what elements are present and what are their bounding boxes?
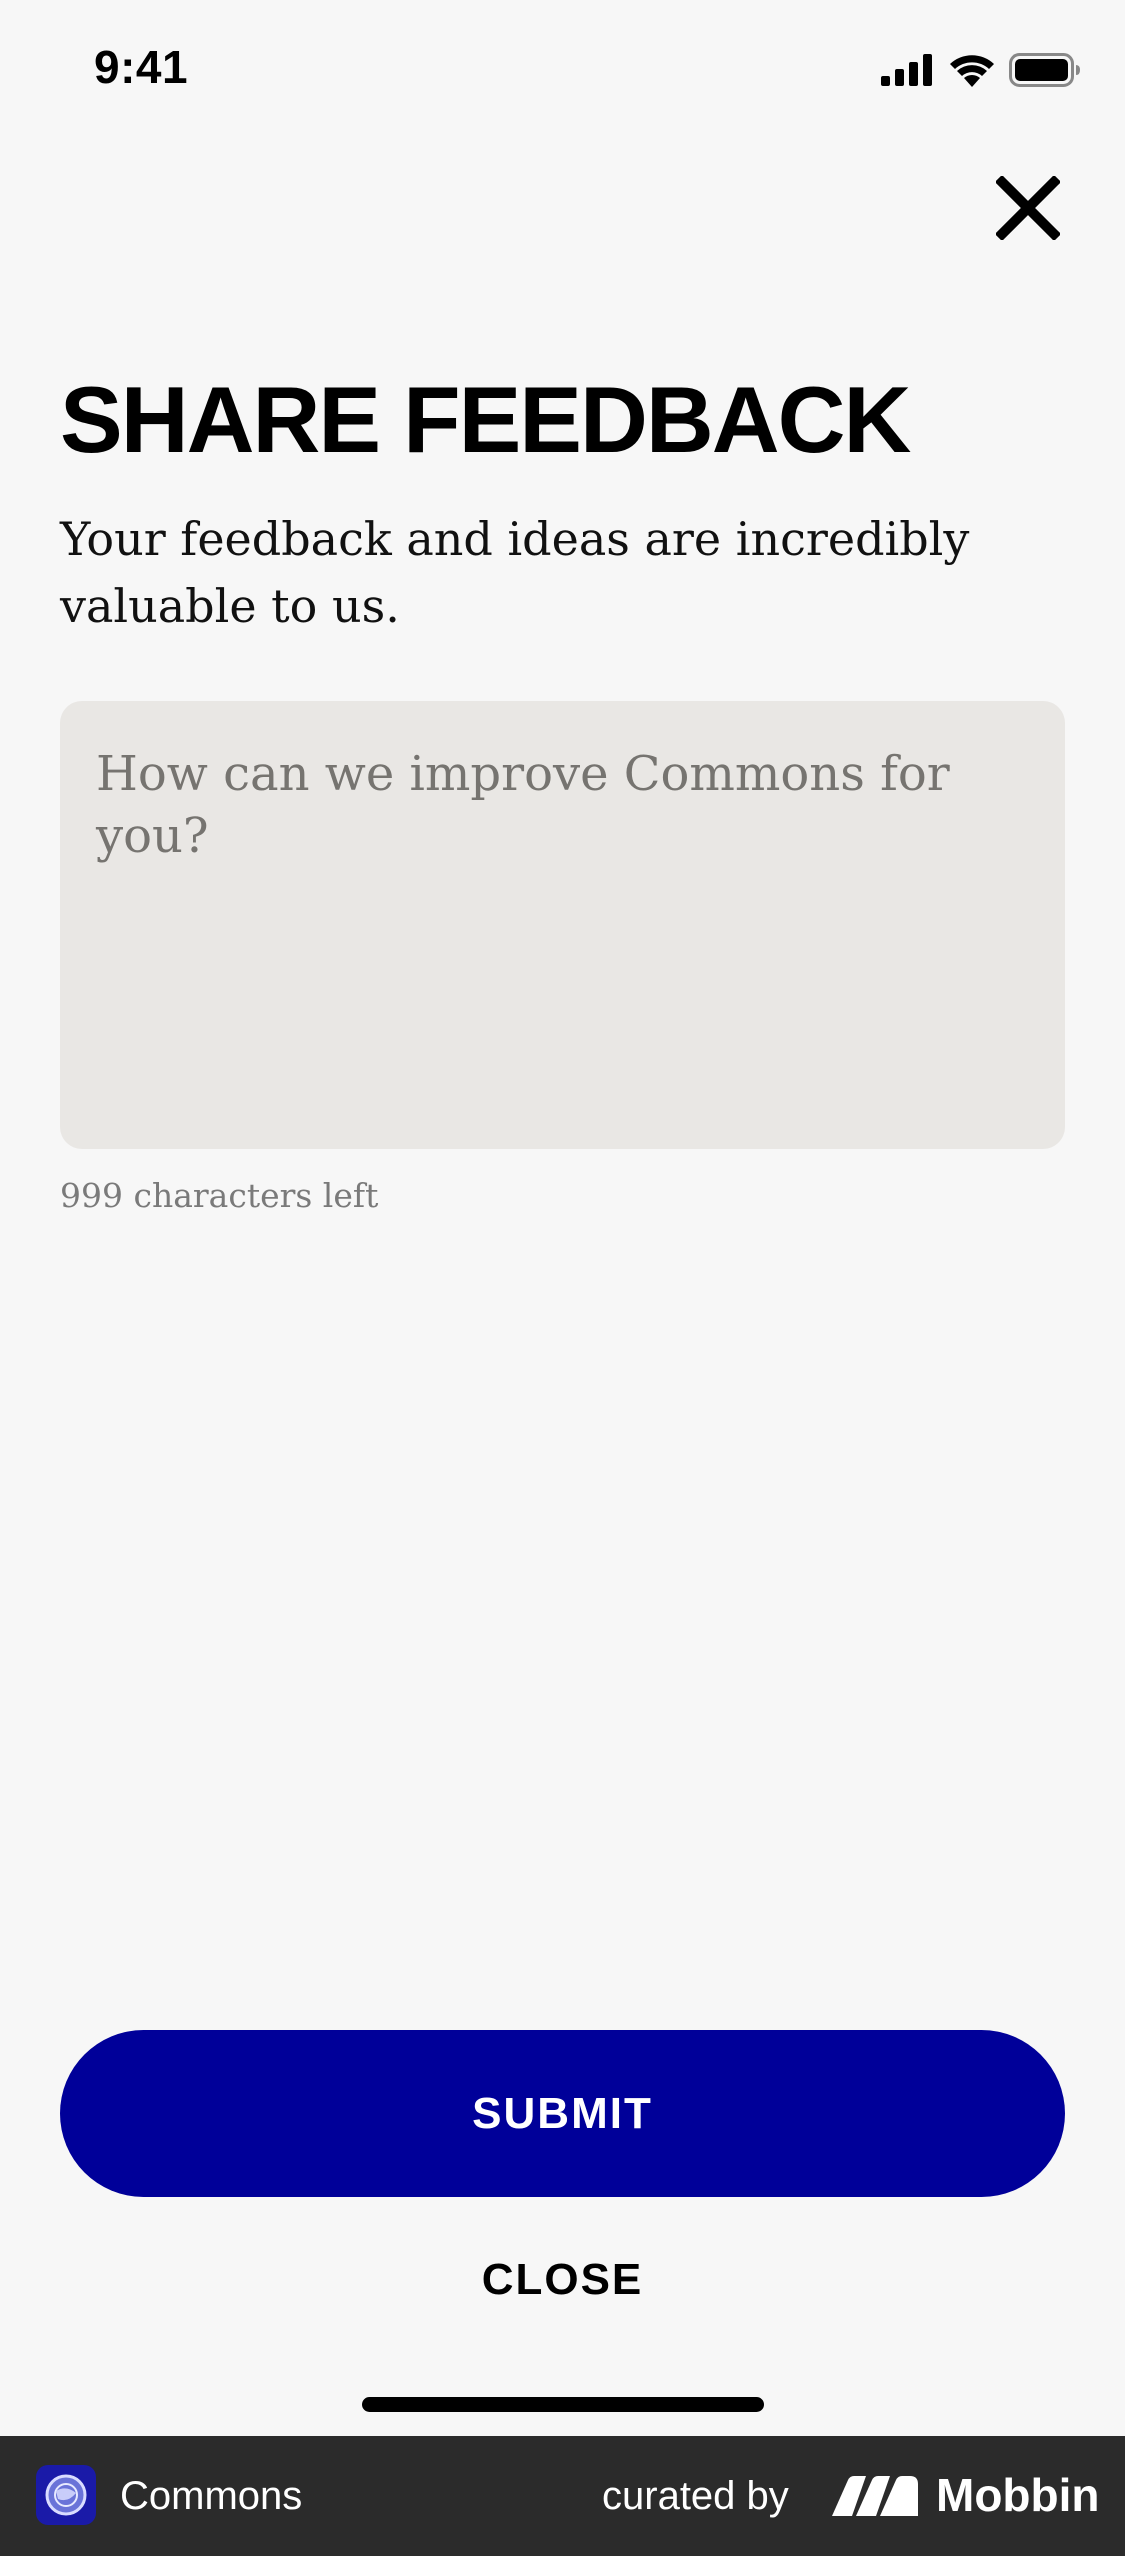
commons-app-icon: [36, 2465, 96, 2525]
footer-curated-label: curated by: [602, 2474, 789, 2518]
page-title: SHARE FEEDBACK: [60, 367, 911, 472]
footer-brand-name: Mobbin: [936, 2469, 1100, 2521]
status-bar: 9:41: [0, 0, 1125, 140]
feedback-input-container: [60, 701, 1065, 1149]
character-counter: 999 characters left: [60, 1176, 379, 1215]
battery-icon: [1009, 53, 1081, 87]
page-subtitle: Your feedback and ideas are incredibly v…: [60, 512, 970, 633]
close-button[interactable]: CLOSE: [60, 2240, 1065, 2320]
feedback-input[interactable]: [60, 701, 1065, 1149]
close-x-button[interactable]: [988, 170, 1068, 250]
status-icons: [881, 48, 1081, 92]
mobbin-logo-icon: [832, 2476, 918, 2516]
cellular-signal-icon: [881, 54, 935, 86]
close-x-icon: [994, 174, 1062, 245]
wifi-icon: [949, 53, 995, 87]
home-indicator: [362, 2397, 764, 2412]
status-time: 9:41: [94, 41, 189, 93]
feedback-screen: 9:41 SHARE FEEDBACK Your feedback and id…: [0, 0, 1125, 2556]
submit-button[interactable]: SUBMIT: [60, 2030, 1065, 2197]
footer-app-name: Commons: [120, 2474, 303, 2518]
footer-banner: Commons curated by Mobbin: [0, 2436, 1125, 2556]
